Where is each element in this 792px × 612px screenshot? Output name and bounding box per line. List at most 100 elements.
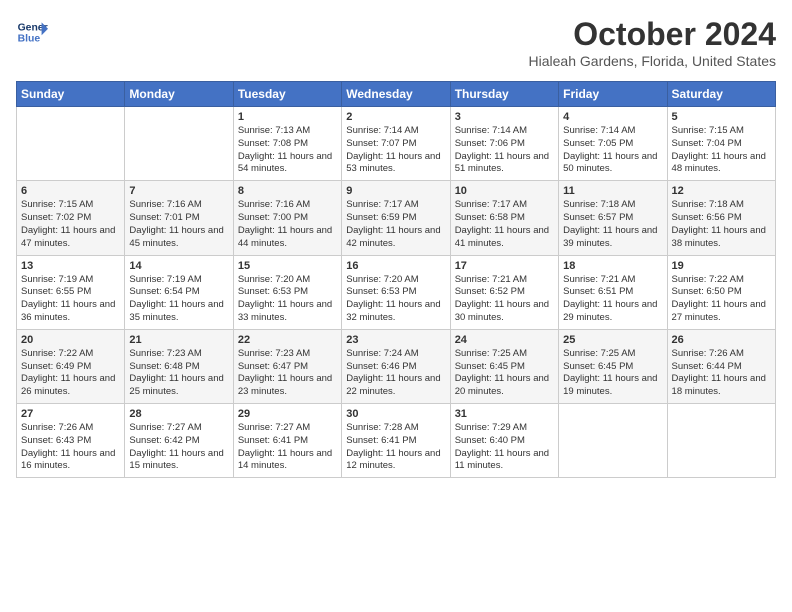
day-info: Sunrise: 7:23 AM Sunset: 6:47 PM Dayligh… (238, 348, 337, 399)
weekday-header: Wednesday (342, 82, 450, 107)
day-info: Sunrise: 7:14 AM Sunset: 7:06 PM Dayligh… (455, 125, 554, 176)
calendar-cell: 11 Sunrise: 7:18 AM Sunset: 6:57 PM Dayli… (559, 181, 667, 255)
day-info: Sunrise: 7:21 AM Sunset: 6:52 PM Dayligh… (455, 274, 554, 325)
svg-text:Blue: Blue (18, 34, 41, 45)
calendar-body: 1 Sunrise: 7:13 AM Sunset: 7:08 PM Daylig… (17, 107, 776, 478)
calendar-week-row: 20 Sunrise: 7:22 AM Sunset: 6:49 PM Dayli… (17, 329, 776, 403)
calendar-cell: 4 Sunrise: 7:14 AM Sunset: 7:05 PM Daylig… (559, 107, 667, 181)
calendar-cell (667, 404, 775, 478)
calendar-cell: 20 Sunrise: 7:22 AM Sunset: 6:49 PM Dayli… (17, 329, 125, 403)
calendar-cell: 21 Sunrise: 7:23 AM Sunset: 6:48 PM Dayli… (125, 329, 233, 403)
calendar-cell: 1 Sunrise: 7:13 AM Sunset: 7:08 PM Daylig… (233, 107, 341, 181)
day-number: 7 (129, 185, 228, 197)
calendar-cell: 24 Sunrise: 7:25 AM Sunset: 6:45 PM Dayli… (450, 329, 558, 403)
calendar-cell: 7 Sunrise: 7:16 AM Sunset: 7:01 PM Daylig… (125, 181, 233, 255)
day-info: Sunrise: 7:26 AM Sunset: 6:44 PM Dayligh… (672, 348, 771, 399)
day-number: 11 (563, 185, 662, 197)
calendar-cell: 23 Sunrise: 7:24 AM Sunset: 6:46 PM Dayli… (342, 329, 450, 403)
calendar-cell: 8Sunrise: 7:16 AM Sunset: 7:00 PM Daylig… (233, 181, 341, 255)
day-number: 1 (238, 111, 337, 123)
day-number: 27 (21, 408, 120, 420)
calendar-cell: 15Sunrise: 7:20 AM Sunset: 6:53 PM Dayli… (233, 255, 341, 329)
day-info: Sunrise: 7:22 AM Sunset: 6:50 PM Dayligh… (672, 274, 771, 325)
day-info: Sunrise: 7:19 AM Sunset: 6:55 PM Dayligh… (21, 274, 120, 325)
day-info: Sunrise: 7:17 AM Sunset: 6:58 PM Dayligh… (455, 199, 554, 250)
calendar-cell: 5Sunrise: 7:15 AM Sunset: 7:04 PM Daylig… (667, 107, 775, 181)
day-number: 6 (21, 185, 120, 197)
calendar-cell: 18 Sunrise: 7:21 AM Sunset: 6:51 PM Dayli… (559, 255, 667, 329)
weekday-header: Sunday (17, 82, 125, 107)
day-number: 16 (346, 260, 445, 272)
day-info: Sunrise: 7:14 AM Sunset: 7:05 PM Dayligh… (563, 125, 662, 176)
day-info: Sunrise: 7:20 AM Sunset: 6:53 PM Dayligh… (346, 274, 445, 325)
day-info: Sunrise: 7:19 AM Sunset: 6:54 PM Dayligh… (129, 274, 228, 325)
day-number: 14 (129, 260, 228, 272)
day-number: 12 (672, 185, 771, 197)
weekday-header-row: SundayMondayTuesdayWednesdayThursdayFrid… (17, 82, 776, 107)
day-info: Sunrise: 7:18 AM Sunset: 6:57 PM Dayligh… (563, 199, 662, 250)
day-number: 26 (672, 334, 771, 346)
calendar-cell: 28 Sunrise: 7:27 AM Sunset: 6:42 PM Dayli… (125, 404, 233, 478)
calendar-week-row: 27 Sunrise: 7:26 AM Sunset: 6:43 PM Dayli… (17, 404, 776, 478)
day-info: Sunrise: 7:15 AM Sunset: 7:04 PM Dayligh… (672, 125, 771, 176)
day-info: Sunrise: 7:17 AM Sunset: 6:59 PM Dayligh… (346, 199, 445, 250)
day-info: Sunrise: 7:27 AM Sunset: 6:42 PM Dayligh… (129, 422, 228, 473)
calendar-cell: 22 Sunrise: 7:23 AM Sunset: 6:47 PM Dayli… (233, 329, 341, 403)
day-number: 13 (21, 260, 120, 272)
day-info: Sunrise: 7:14 AM Sunset: 7:07 PM Dayligh… (346, 125, 445, 176)
weekday-header: Saturday (667, 82, 775, 107)
calendar-cell: 29Sunrise: 7:27 AM Sunset: 6:41 PM Dayli… (233, 404, 341, 478)
day-info: Sunrise: 7:22 AM Sunset: 6:49 PM Dayligh… (21, 348, 120, 399)
title-block: October 2024 Hialeah Gardens, Florida, U… (529, 16, 776, 69)
day-info: Sunrise: 7:24 AM Sunset: 6:46 PM Dayligh… (346, 348, 445, 399)
day-number: 4 (563, 111, 662, 123)
calendar-cell: 30Sunrise: 7:28 AM Sunset: 6:41 PM Dayli… (342, 404, 450, 478)
day-info: Sunrise: 7:26 AM Sunset: 6:43 PM Dayligh… (21, 422, 120, 473)
calendar-cell: 16 Sunrise: 7:20 AM Sunset: 6:53 PM Dayli… (342, 255, 450, 329)
day-number: 30 (346, 408, 445, 420)
day-number: 24 (455, 334, 554, 346)
day-info: Sunrise: 7:20 AM Sunset: 6:53 PM Dayligh… (238, 274, 337, 325)
day-number: 3 (455, 111, 554, 123)
day-number: 21 (129, 334, 228, 346)
calendar-cell: 10Sunrise: 7:17 AM Sunset: 6:58 PM Dayli… (450, 181, 558, 255)
calendar-cell: 27 Sunrise: 7:26 AM Sunset: 6:43 PM Dayli… (17, 404, 125, 478)
calendar-cell (559, 404, 667, 478)
calendar-week-row: 1 Sunrise: 7:13 AM Sunset: 7:08 PM Daylig… (17, 107, 776, 181)
location: Hialeah Gardens, Florida, United States (529, 53, 776, 69)
day-info: Sunrise: 7:25 AM Sunset: 6:45 PM Dayligh… (455, 348, 554, 399)
day-info: Sunrise: 7:21 AM Sunset: 6:51 PM Dayligh… (563, 274, 662, 325)
calendar-cell: 3 Sunrise: 7:14 AM Sunset: 7:06 PM Daylig… (450, 107, 558, 181)
day-number: 18 (563, 260, 662, 272)
day-number: 22 (238, 334, 337, 346)
calendar-week-row: 13 Sunrise: 7:19 AM Sunset: 6:55 PM Dayli… (17, 255, 776, 329)
weekday-header: Monday (125, 82, 233, 107)
day-number: 17 (455, 260, 554, 272)
day-number: 20 (21, 334, 120, 346)
calendar-week-row: 6Sunrise: 7:15 AM Sunset: 7:02 PM Daylig… (17, 181, 776, 255)
calendar-cell (125, 107, 233, 181)
weekday-header: Thursday (450, 82, 558, 107)
calendar-cell: 17 Sunrise: 7:21 AM Sunset: 6:52 PM Dayli… (450, 255, 558, 329)
day-number: 2 (346, 111, 445, 123)
calendar-cell: 12Sunrise: 7:18 AM Sunset: 6:56 PM Dayli… (667, 181, 775, 255)
calendar-table: SundayMondayTuesdayWednesdayThursdayFrid… (16, 81, 776, 478)
calendar-cell: 14 Sunrise: 7:19 AM Sunset: 6:54 PM Dayli… (125, 255, 233, 329)
logo: General Blue (16, 16, 48, 48)
day-info: Sunrise: 7:23 AM Sunset: 6:48 PM Dayligh… (129, 348, 228, 399)
day-info: Sunrise: 7:13 AM Sunset: 7:08 PM Dayligh… (238, 125, 337, 176)
calendar-cell: 13 Sunrise: 7:19 AM Sunset: 6:55 PM Dayli… (17, 255, 125, 329)
day-info: Sunrise: 7:16 AM Sunset: 7:01 PM Dayligh… (129, 199, 228, 250)
calendar-cell: 2 Sunrise: 7:14 AM Sunset: 7:07 PM Daylig… (342, 107, 450, 181)
day-info: Sunrise: 7:25 AM Sunset: 6:45 PM Dayligh… (563, 348, 662, 399)
day-number: 19 (672, 260, 771, 272)
day-number: 23 (346, 334, 445, 346)
day-number: 8 (238, 185, 337, 197)
day-number: 28 (129, 408, 228, 420)
page-header: General Blue October 2024 Hialeah Garden… (16, 16, 776, 69)
calendar-cell: 19 Sunrise: 7:22 AM Sunset: 6:50 PM Dayli… (667, 255, 775, 329)
calendar-cell: 26 Sunrise: 7:26 AM Sunset: 6:44 PM Dayli… (667, 329, 775, 403)
calendar-cell (17, 107, 125, 181)
weekday-header: Friday (559, 82, 667, 107)
calendar-cell: 25Sunrise: 7:25 AM Sunset: 6:45 PM Dayli… (559, 329, 667, 403)
